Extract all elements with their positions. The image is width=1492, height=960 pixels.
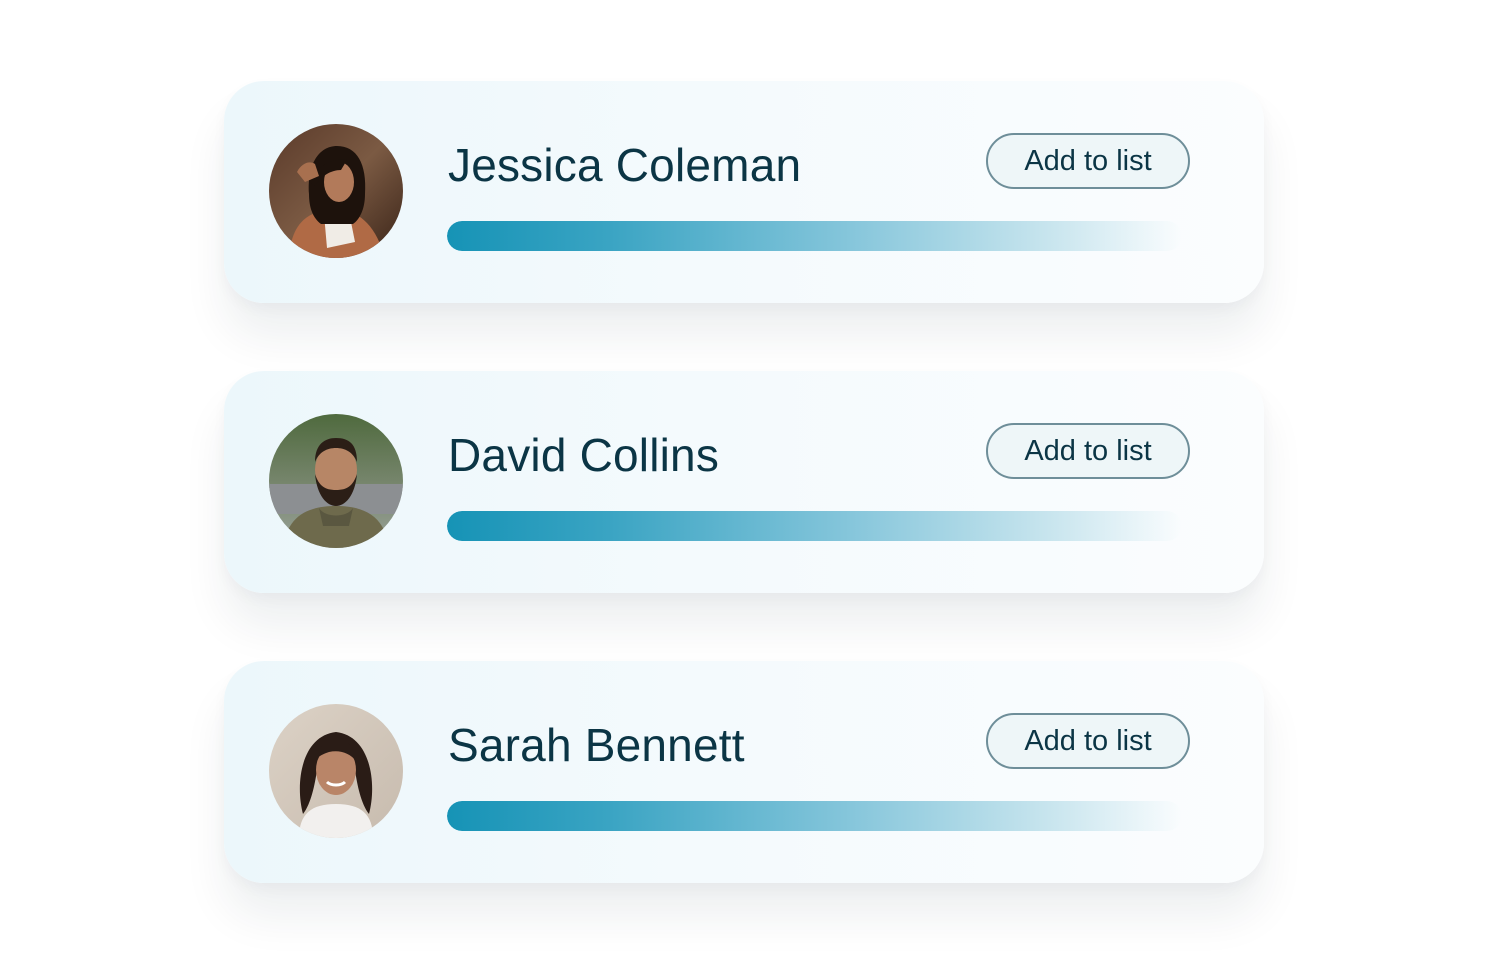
avatar [269, 124, 403, 258]
avatar [269, 704, 403, 838]
progress-bar [447, 221, 1182, 251]
contact-card: Sarah Bennett Add to list [224, 661, 1264, 883]
contact-card: Jessica Coleman Add to list [224, 81, 1264, 303]
add-to-list-button[interactable]: Add to list [986, 423, 1190, 479]
add-to-list-button[interactable]: Add to list [986, 713, 1190, 769]
progress-bar-fill [447, 221, 1182, 251]
contact-name: Sarah Bennett [448, 719, 745, 771]
avatar [269, 414, 403, 548]
contact-list: Jessica Coleman Add to list David Collin… [0, 0, 1492, 960]
progress-bar [447, 511, 1182, 541]
avatar-photo [269, 124, 403, 258]
contact-name: Jessica Coleman [448, 139, 802, 191]
contact-card: David Collins Add to list [224, 371, 1264, 593]
avatar-photo [269, 704, 403, 838]
avatar-photo [269, 414, 403, 548]
progress-bar-fill [447, 511, 1182, 541]
contact-name: David Collins [448, 429, 720, 481]
progress-bar-fill [447, 801, 1182, 831]
add-to-list-button[interactable]: Add to list [986, 133, 1190, 189]
progress-bar [447, 801, 1182, 831]
